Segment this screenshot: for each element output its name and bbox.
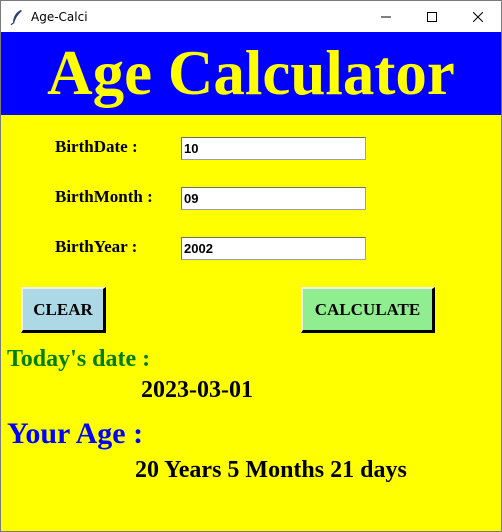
app-window: Age-Calci Age Calculator BirthDate : Bir… <box>0 0 502 532</box>
maximize-icon <box>427 11 437 22</box>
birth-month-input[interactable] <box>181 187 366 210</box>
your-age-label: Your Age : <box>7 417 144 450</box>
birth-date-input[interactable] <box>181 137 366 160</box>
your-age-value: 20 Years 5 Months 21 days <box>135 457 407 483</box>
maximize-button[interactable] <box>409 1 455 32</box>
window-title: Age-Calci <box>31 9 88 24</box>
clear-button[interactable]: CLEAR <box>21 287 106 333</box>
page-title: Age Calculator <box>47 38 455 108</box>
close-icon <box>473 11 483 22</box>
minimize-icon <box>381 16 391 17</box>
title-bar: Age-Calci <box>1 1 501 32</box>
birth-year-input[interactable] <box>181 237 366 260</box>
header-banner: Age Calculator <box>1 32 501 115</box>
todays-date-label: Today's date : <box>7 346 151 372</box>
birth-year-label: BirthYear : <box>55 237 138 256</box>
todays-date-value: 2023-03-01 <box>141 377 253 403</box>
birth-month-label: BirthMonth : <box>55 187 153 206</box>
birth-date-label: BirthDate : <box>55 137 138 156</box>
feather-icon <box>10 9 22 25</box>
calculate-button[interactable]: CALCULATE <box>301 287 435 333</box>
minimize-button[interactable] <box>363 1 409 32</box>
close-button[interactable] <box>455 1 501 32</box>
